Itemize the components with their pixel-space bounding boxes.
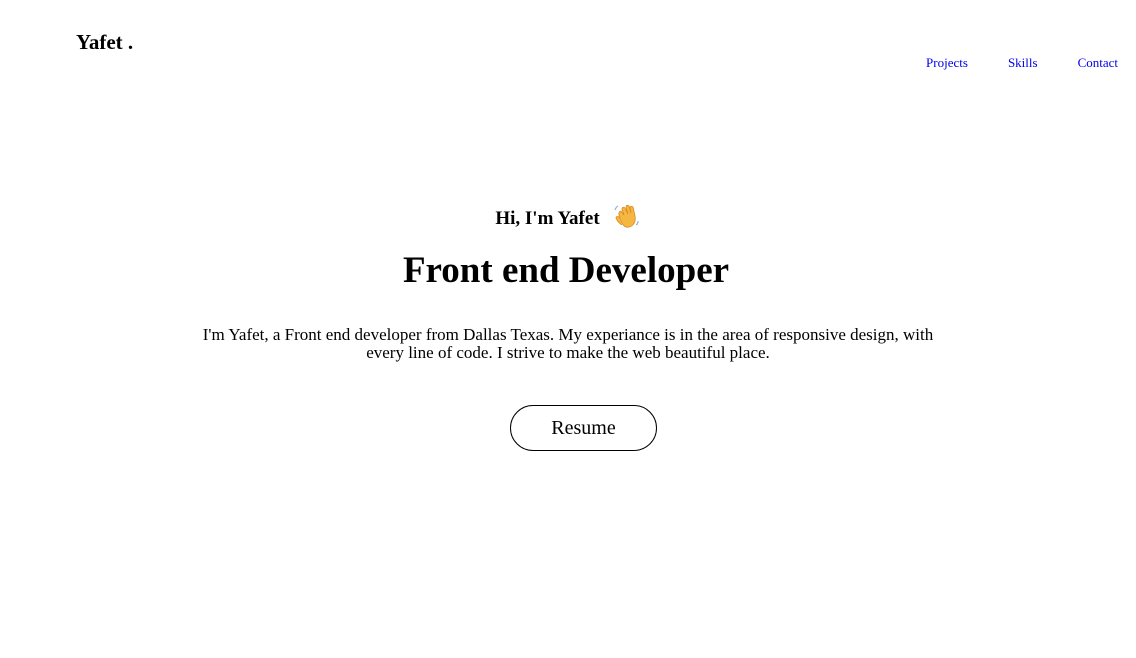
hero-greeting: Hi, I'm Yafet (495, 202, 640, 233)
resume-button[interactable]: Resume (510, 405, 657, 451)
nav-link-contact[interactable]: Contact (1078, 55, 1118, 71)
hero-title: Front end Developer (402, 250, 730, 291)
greeting-text: Hi, I'm Yafet (495, 208, 600, 229)
portfolio-page: Yafet . Projects Skills Contact Hi, I'm … (0, 0, 1136, 658)
hero-intro: I'm Yafet, a Front end developer from Da… (202, 325, 934, 362)
hero-section: Hi, I'm Yafet Front end Developer I'm Ya… (0, 202, 1136, 451)
nav-link-projects[interactable]: Projects (926, 55, 968, 71)
resume-wrapper: Resume (0, 405, 1136, 451)
waving-hand-icon (612, 202, 640, 230)
nav-link-skills[interactable]: Skills (1008, 55, 1038, 71)
site-logo[interactable]: Yafet . (76, 30, 133, 54)
main-nav: Projects Skills Contact (926, 55, 1118, 71)
